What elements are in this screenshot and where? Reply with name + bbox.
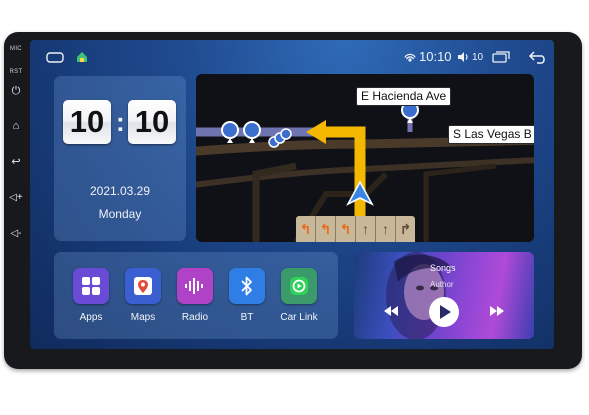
- lane-arrow-left-1: ↰: [296, 216, 316, 242]
- reset-label: RST: [9, 69, 23, 75]
- clock-weekday: Monday: [98, 207, 142, 221]
- home-app-icon[interactable]: [75, 50, 89, 64]
- volume-up-icon[interactable]: ◁+: [4, 192, 28, 204]
- app-radio[interactable]: Radio: [176, 268, 214, 323]
- power-icon[interactable]: ⏻: [4, 85, 28, 97]
- app-maps[interactable]: Maps: [124, 268, 162, 323]
- app-bt-label: BT: [240, 312, 254, 323]
- car-link-icon: [281, 268, 317, 304]
- radio-wave-icon: [177, 268, 213, 304]
- bluetooth-icon: [229, 268, 265, 304]
- home-icon[interactable]: ⌂: [4, 120, 28, 132]
- app-car-link-label: Car Link: [280, 312, 318, 323]
- app-car-link[interactable]: Car Link: [280, 268, 318, 323]
- lane-guidance: ↰ ↰ ↰ ↑ ↑ ↱: [296, 216, 415, 242]
- lane-arrow-left-2: ↰: [316, 216, 336, 242]
- clock-date: 2021.03.29: [89, 184, 151, 198]
- app-radio-label: Radio: [181, 312, 209, 323]
- street-label-las-vegas: S Las Vegas B: [448, 125, 534, 144]
- street-label-hacienda: E Hacienda Ave: [356, 87, 452, 106]
- lane-arrow-straight-1: ↑: [356, 216, 376, 242]
- navigation-map[interactable]: E Hacienda Ave S Las Vegas B ↰ ↰ ↰ ↑ ↑ ↱: [196, 74, 534, 242]
- mic-label: MIC: [10, 46, 22, 52]
- back-icon[interactable]: ↩: [4, 156, 28, 168]
- play-button[interactable]: [429, 297, 459, 327]
- volume-icon[interactable]: [457, 51, 470, 63]
- hotspot-icon: [404, 53, 416, 62]
- app-apps-label: Apps: [79, 312, 103, 323]
- lane-arrow-right: ↱: [399, 220, 412, 237]
- song-artist: Author: [430, 280, 454, 289]
- music-widget[interactable]: Songs Author: [354, 252, 534, 339]
- apps-grid-icon: [73, 268, 109, 304]
- clock-minutes: 10: [128, 100, 176, 144]
- clock-separator: :: [116, 107, 125, 137]
- app-maps-label: Maps: [130, 312, 156, 323]
- back-icon[interactable]: [528, 50, 548, 64]
- app-apps[interactable]: Apps: [72, 268, 110, 323]
- fast-forward-icon[interactable]: [490, 306, 504, 316]
- rewind-icon[interactable]: [384, 306, 398, 316]
- clock-hours: 10: [63, 100, 111, 144]
- app-bt[interactable]: BT: [228, 268, 266, 323]
- lane-arrow-left-3: ↰: [336, 216, 356, 242]
- recent-apps-icon[interactable]: [492, 51, 510, 63]
- apps-dock: Apps Maps Radio BT Car Link: [54, 252, 338, 339]
- window-icon[interactable]: [46, 52, 64, 63]
- head-unit-screen: 10:10 10 10 : 10 2021.03.29 Monday E Hac…: [30, 40, 554, 349]
- volume-down-icon[interactable]: ◁-: [4, 228, 28, 240]
- device-side-panel: MIC RST ⏻ ⌂ ↩ ◁+ ◁-: [4, 44, 28, 364]
- clock-widget[interactable]: 10 : 10 2021.03.29 Monday: [54, 76, 186, 241]
- play-icon: [440, 305, 451, 319]
- status-time: 10:10: [419, 49, 452, 64]
- song-title: Songs: [430, 263, 456, 273]
- status-bar: 10:10 10: [30, 40, 554, 70]
- lane-arrow-straight-2: ↑: [376, 216, 396, 242]
- volume-level: 10: [472, 52, 484, 63]
- maps-pin-icon: [125, 268, 161, 304]
